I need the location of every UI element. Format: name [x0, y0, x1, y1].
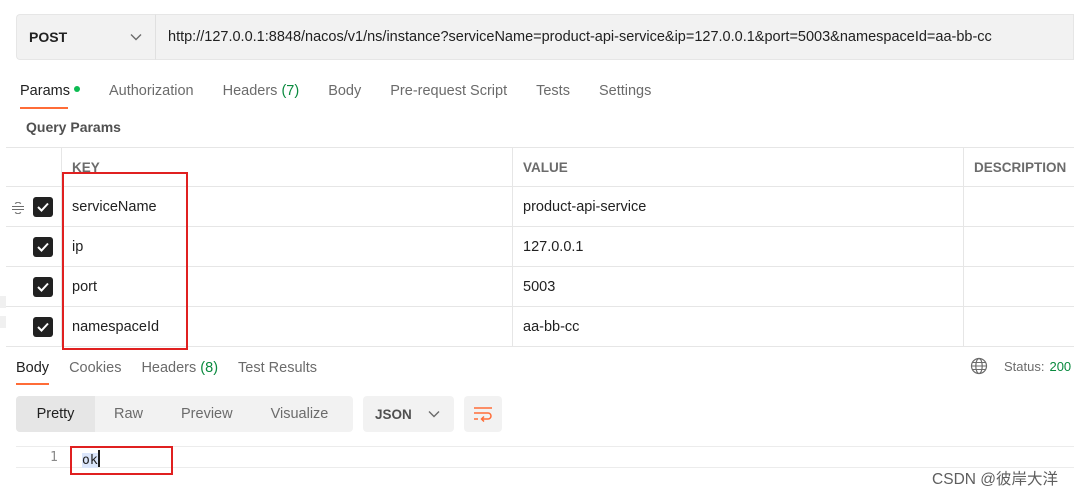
params-active-dot	[73, 86, 80, 92]
param-value[interactable]: product-api-service	[513, 187, 964, 226]
param-value[interactable]: 127.0.0.1	[513, 227, 964, 266]
url-bar: POST http://127.0.0.1:8848/nacos/v1/ns/i…	[16, 14, 1074, 60]
param-description[interactable]	[964, 307, 1074, 346]
param-value[interactable]: aa-bb-cc	[513, 307, 964, 346]
response-tabs: Body Cookies Headers (8) Test Results	[16, 358, 337, 385]
wrap-lines-icon	[474, 407, 492, 422]
request-tabs: Params Authorization Headers (7) Body Pr…	[20, 80, 680, 109]
tab-tests[interactable]: Tests	[536, 83, 570, 99]
param-row: serviceName product-api-service	[6, 187, 1074, 227]
query-params-title: Query Params	[26, 119, 121, 135]
tab-body[interactable]: Body	[328, 83, 361, 99]
checkbox-checked-icon[interactable]	[33, 277, 53, 297]
response-format-group: Pretty Raw Preview Visualize	[16, 396, 353, 432]
param-row-controls	[6, 187, 61, 226]
tab-headers[interactable]: Headers (7)	[223, 83, 300, 99]
tab-prerequest-script[interactable]: Pre-request Script	[390, 83, 507, 99]
column-value-header: VALUE	[513, 148, 964, 186]
tab-response-headers-label: Headers	[141, 360, 197, 376]
header-control-cell	[6, 148, 61, 186]
url-input[interactable]: http://127.0.0.1:8848/nacos/v1/ns/instan…	[155, 14, 1074, 60]
globe-icon[interactable]	[970, 357, 988, 375]
param-value[interactable]: 5003	[513, 267, 964, 306]
status-label: Status:	[1004, 358, 1045, 374]
param-description[interactable]	[964, 267, 1074, 306]
param-row: namespaceId aa-bb-cc	[6, 307, 1074, 347]
method-label: POST	[29, 29, 68, 45]
status-value: 200	[1049, 358, 1072, 374]
param-description[interactable]	[964, 187, 1074, 226]
line-number: 1	[50, 450, 58, 465]
tab-headers-count: (7)	[281, 83, 300, 99]
param-row: ip 127.0.0.1	[6, 227, 1074, 267]
response-body-text: ok	[82, 450, 100, 468]
chevron-down-icon	[129, 30, 143, 44]
param-description[interactable]	[964, 227, 1074, 266]
drag-handle-icon[interactable]	[12, 201, 24, 215]
param-row-controls	[6, 307, 61, 346]
format-raw-button[interactable]: Raw	[95, 396, 162, 432]
param-key[interactable]: port	[61, 267, 513, 306]
format-pretty-button[interactable]: Pretty	[16, 396, 95, 432]
params-table-header: KEY VALUE DESCRIPTION	[6, 148, 1074, 187]
tab-params-label: Params	[20, 83, 70, 99]
tab-settings[interactable]: Settings	[599, 83, 651, 99]
language-select[interactable]: JSON	[363, 396, 454, 432]
checkbox-checked-icon[interactable]	[33, 237, 53, 257]
param-key[interactable]: serviceName	[61, 187, 513, 226]
tab-headers-label: Headers	[222, 83, 278, 99]
response-body-editor[interactable]: 1 ok	[16, 446, 1074, 468]
param-row-controls	[6, 227, 61, 266]
chevron-down-icon	[428, 411, 440, 418]
language-label: JSON	[375, 406, 412, 422]
param-row: port 5003	[6, 267, 1074, 307]
tab-response-body[interactable]: Body	[16, 360, 50, 385]
tab-authorization[interactable]: Authorization	[109, 83, 194, 99]
column-key-header: KEY	[61, 148, 513, 186]
watermark: CSDN @彼岸大洋	[932, 471, 1058, 488]
tab-test-results[interactable]: Test Results	[238, 360, 317, 376]
tab-cookies[interactable]: Cookies	[69, 360, 121, 376]
text-caret	[97, 450, 100, 467]
param-key[interactable]: ip	[61, 227, 513, 266]
checkbox-checked-icon[interactable]	[33, 317, 53, 337]
wrap-lines-button[interactable]	[464, 396, 502, 432]
format-visualize-button[interactable]: Visualize	[252, 396, 348, 432]
response-status: Status: 200	[970, 357, 1071, 375]
tab-params[interactable]: Params	[20, 83, 80, 109]
tab-response-headers-count: (8)	[200, 360, 219, 376]
param-row-controls	[6, 267, 61, 306]
tab-response-headers[interactable]: Headers (8)	[141, 360, 218, 376]
response-body-content: ok	[82, 453, 98, 468]
format-preview-button[interactable]: Preview	[162, 396, 252, 432]
params-table: KEY VALUE DESCRIPTION serviceName produc…	[6, 147, 1074, 347]
param-key[interactable]: namespaceId	[61, 307, 513, 346]
column-description-header: DESCRIPTION	[974, 159, 1067, 175]
checkbox-checked-icon[interactable]	[33, 197, 53, 217]
method-select[interactable]: POST	[16, 14, 155, 60]
